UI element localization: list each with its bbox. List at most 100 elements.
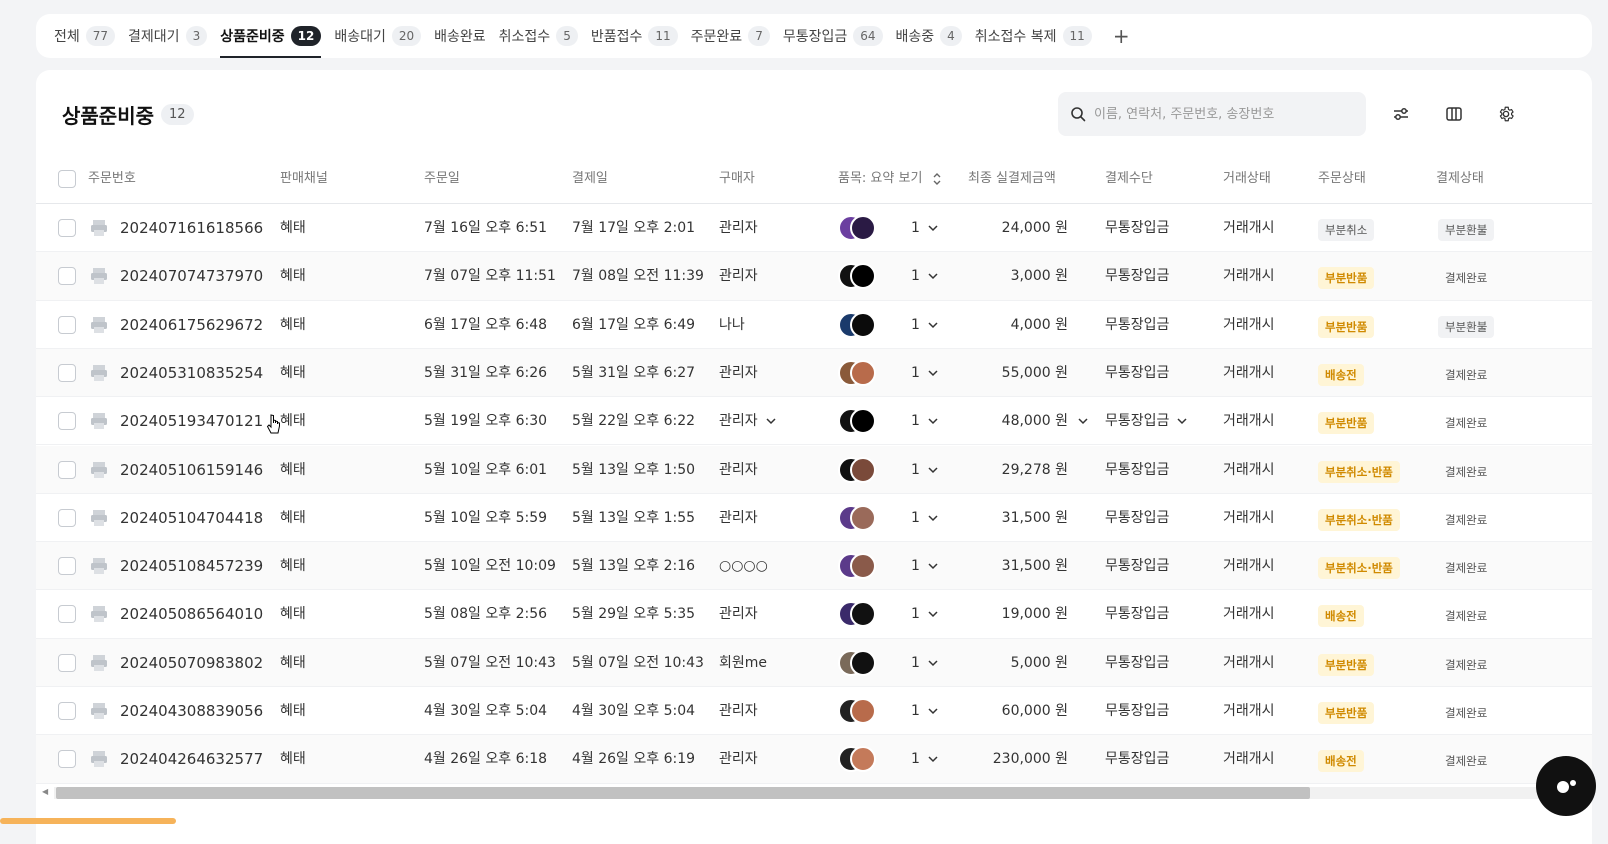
row-checkbox[interactable] (58, 219, 76, 237)
product-thumbnails[interactable] (838, 746, 882, 773)
order-number-link[interactable]: 202405310835254 (120, 349, 263, 397)
order-number-link[interactable]: 202405070983802 (120, 639, 263, 687)
filter-button[interactable] (1390, 103, 1412, 125)
row-checkbox[interactable] (58, 363, 76, 382)
buyer-name[interactable]: 관리자 (719, 252, 758, 300)
tab-5[interactable]: 취소접수 5 (499, 14, 578, 58)
buyer-name[interactable]: 관리자 (719, 397, 776, 445)
chevron-down-icon[interactable] (928, 223, 938, 233)
row-checkbox[interactable] (58, 750, 76, 769)
chevron-down-icon[interactable] (928, 658, 938, 668)
buyer-name[interactable]: ○○○○ (719, 542, 768, 590)
col-order-date[interactable]: 주문일 (424, 154, 460, 204)
buyer-name[interactable]: 관리자 (719, 446, 758, 494)
search-box[interactable] (1058, 92, 1366, 136)
chevron-down-icon[interactable] (928, 513, 938, 523)
table-row[interactable]: 202405086564010 혜태 5월 08일 오후 2:56 5월 29일 오후… (36, 590, 1592, 639)
table-row[interactable]: 202404308839056 혜태 4월 30일 오후 5:04 4월 30일 오후… (36, 687, 1592, 736)
col-order-no[interactable]: 주문번호 (88, 154, 136, 204)
order-number-link[interactable]: 202405106159146 (120, 446, 263, 494)
tab-10[interactable]: 취소접수 복제 11 (975, 14, 1092, 58)
chevron-down-icon[interactable] (928, 561, 938, 571)
table-row[interactable]: 202407161618566 혜태 7월 16일 오후 6:51 7월 17일 오후… (36, 204, 1592, 253)
buyer-name[interactable]: 나나 (719, 301, 745, 349)
chevron-down-icon[interactable] (1177, 416, 1187, 426)
printer-icon[interactable] (89, 411, 109, 431)
horizontal-scrollbar[interactable]: ◀ (36, 782, 1592, 802)
order-number-link[interactable]: 202404264632577 (120, 735, 263, 783)
chevron-down-icon[interactable] (928, 271, 938, 281)
product-thumbnails[interactable] (838, 504, 882, 531)
order-number-link[interactable]: 202405104704418 (120, 494, 263, 542)
col-buyer[interactable]: 구매자 (719, 154, 755, 204)
settings-button[interactable] (1495, 103, 1517, 125)
item-qty-toggle[interactable]: 1 (911, 349, 938, 397)
table-row[interactable]: 202405106159146 혜태 5월 10일 오후 6:01 5월 13일 오후… (36, 445, 1592, 494)
chat-fab-button[interactable] (1536, 756, 1596, 816)
col-order-status[interactable]: 주문상태 (1318, 154, 1366, 204)
row-checkbox[interactable] (58, 557, 76, 576)
item-qty-toggle[interactable]: 1 (911, 252, 938, 300)
item-qty-toggle[interactable]: 1 (911, 735, 938, 783)
row-checkbox[interactable] (58, 605, 76, 624)
tab-3[interactable]: 배송대기 20 (334, 14, 422, 58)
buyer-name[interactable]: 관리자 (719, 590, 758, 638)
table-row[interactable]: 202406175629672 혜태 6월 17일 오후 6:48 6월 17일 오후… (36, 301, 1592, 349)
product-thumbnails[interactable] (838, 311, 882, 338)
order-number-link[interactable]: 202407161618566 (120, 204, 263, 252)
tab-9[interactable]: 배송중 4 (896, 14, 962, 58)
item-qty-toggle[interactable]: 1 (911, 446, 938, 494)
chevron-down-icon[interactable] (928, 320, 938, 330)
printer-icon[interactable] (89, 653, 109, 673)
printer-icon[interactable] (89, 218, 109, 238)
tab-0[interactable]: 전체 77 (54, 14, 116, 58)
printer-icon[interactable] (89, 556, 109, 576)
buyer-name[interactable]: 관리자 (719, 687, 758, 735)
row-checkbox[interactable] (58, 412, 76, 431)
buyer-name[interactable]: 관리자 (719, 349, 758, 397)
chevron-down-icon[interactable] (928, 465, 938, 475)
table-row[interactable]: 202405104704418 혜태 5월 10일 오후 5:59 5월 13일 오후… (36, 494, 1592, 543)
payment-method[interactable]: 무통장입금 (1105, 397, 1187, 445)
col-pay-status[interactable]: 결제상태 (1436, 154, 1484, 204)
product-thumbnails[interactable] (838, 215, 882, 241)
chevron-down-icon[interactable] (928, 416, 938, 426)
scrollbar-thumb[interactable] (56, 787, 1310, 799)
product-thumbnails[interactable] (838, 456, 882, 483)
item-qty-toggle[interactable]: 1 (911, 590, 938, 638)
scroll-left-icon[interactable]: ◀ (42, 787, 48, 796)
product-thumbnails[interactable] (838, 263, 882, 290)
table-row[interactable]: 202405108457239 혜태 5월 10일 오전 10:09 5월 13일 오… (36, 542, 1592, 591)
table-row[interactable]: 202405310835254 혜태 5월 31일 오후 6:26 5월 31일 오후… (36, 348, 1592, 398)
col-items[interactable]: 품목: 요약 보기 (838, 154, 942, 204)
table-row[interactable]: 202407074737970 혜태 7월 07일 오후 11:51 7월 08일 오… (36, 252, 1592, 301)
printer-icon[interactable] (89, 266, 109, 286)
select-all-checkbox[interactable] (58, 170, 76, 188)
buyer-name[interactable]: 관리자 (719, 735, 758, 783)
chevron-down-icon[interactable] (1078, 416, 1088, 426)
col-amount[interactable]: 최종 실결제금액 (968, 154, 1056, 204)
columns-button[interactable] (1443, 103, 1465, 125)
amount-dropdown[interactable] (1070, 397, 1088, 445)
printer-icon[interactable] (89, 460, 109, 480)
printer-icon[interactable] (89, 604, 109, 624)
table-row[interactable]: 202405070983802 혜태 5월 07일 오전 10:43 5월 07일 오… (36, 638, 1592, 687)
item-qty-toggle[interactable]: 1 (911, 639, 938, 687)
chevron-down-icon[interactable] (928, 754, 938, 764)
product-thumbnails[interactable] (838, 408, 882, 435)
printer-icon[interactable] (89, 701, 109, 721)
chevron-down-icon[interactable] (928, 609, 938, 619)
col-pay-date[interactable]: 결제일 (572, 154, 608, 204)
tab-7[interactable]: 주문완료 7 (691, 14, 770, 58)
item-qty-toggle[interactable]: 1 (911, 542, 938, 590)
product-thumbnails[interactable] (838, 359, 882, 386)
item-qty-toggle[interactable]: 1 (911, 397, 938, 445)
item-qty-toggle[interactable]: 1 (911, 687, 938, 735)
item-qty-toggle[interactable]: 1 (911, 494, 938, 542)
printer-icon[interactable] (89, 508, 109, 528)
order-number-link[interactable]: 202404308839056 (120, 687, 263, 735)
tab-4[interactable]: 배송완료 (434, 14, 486, 58)
search-input[interactable] (1094, 106, 1354, 122)
product-thumbnails[interactable] (838, 698, 882, 724)
product-thumbnails[interactable] (838, 649, 882, 676)
